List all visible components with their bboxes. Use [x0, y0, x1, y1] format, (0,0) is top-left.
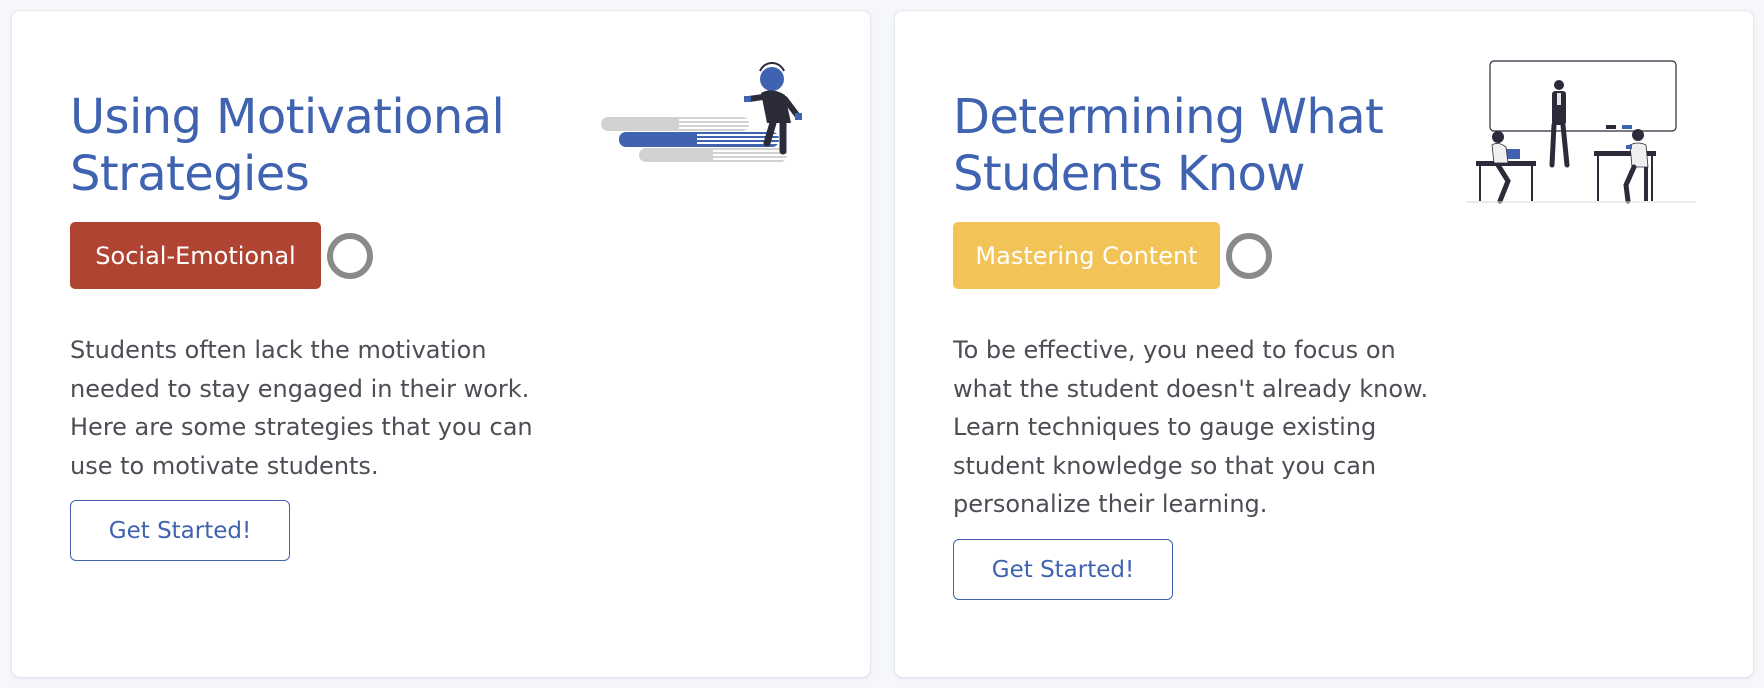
classroom-teacher-students-illustration: [1466, 45, 1696, 205]
completion-status-icon: [1226, 232, 1272, 279]
course-cards: Using Motivational Strategies Social-Emo…: [0, 0, 1764, 688]
completion-status-icon: [327, 232, 373, 279]
card-description: Students often lack the motivation neede…: [70, 336, 533, 480]
tag-row: Mastering Content: [953, 222, 1272, 289]
course-card: Using Motivational Strategies Social-Emo…: [12, 11, 870, 677]
course-card: Determining What Students Know Mastering…: [895, 11, 1753, 677]
category-tag-mastering-content[interactable]: Mastering Content: [953, 222, 1220, 289]
card-title: Using Motivational Strategies: [70, 89, 505, 202]
card-description: To be effective, you need to focus on wh…: [953, 336, 1429, 518]
person-climbing-books-illustration: [589, 47, 829, 177]
card-title: Determining What Students Know: [953, 89, 1384, 202]
get-started-button[interactable]: Get Started!: [953, 539, 1173, 600]
tag-row: Social-Emotional: [70, 222, 373, 289]
get-started-button[interactable]: Get Started!: [70, 500, 290, 561]
category-tag-social-emotional[interactable]: Social-Emotional: [70, 222, 321, 289]
